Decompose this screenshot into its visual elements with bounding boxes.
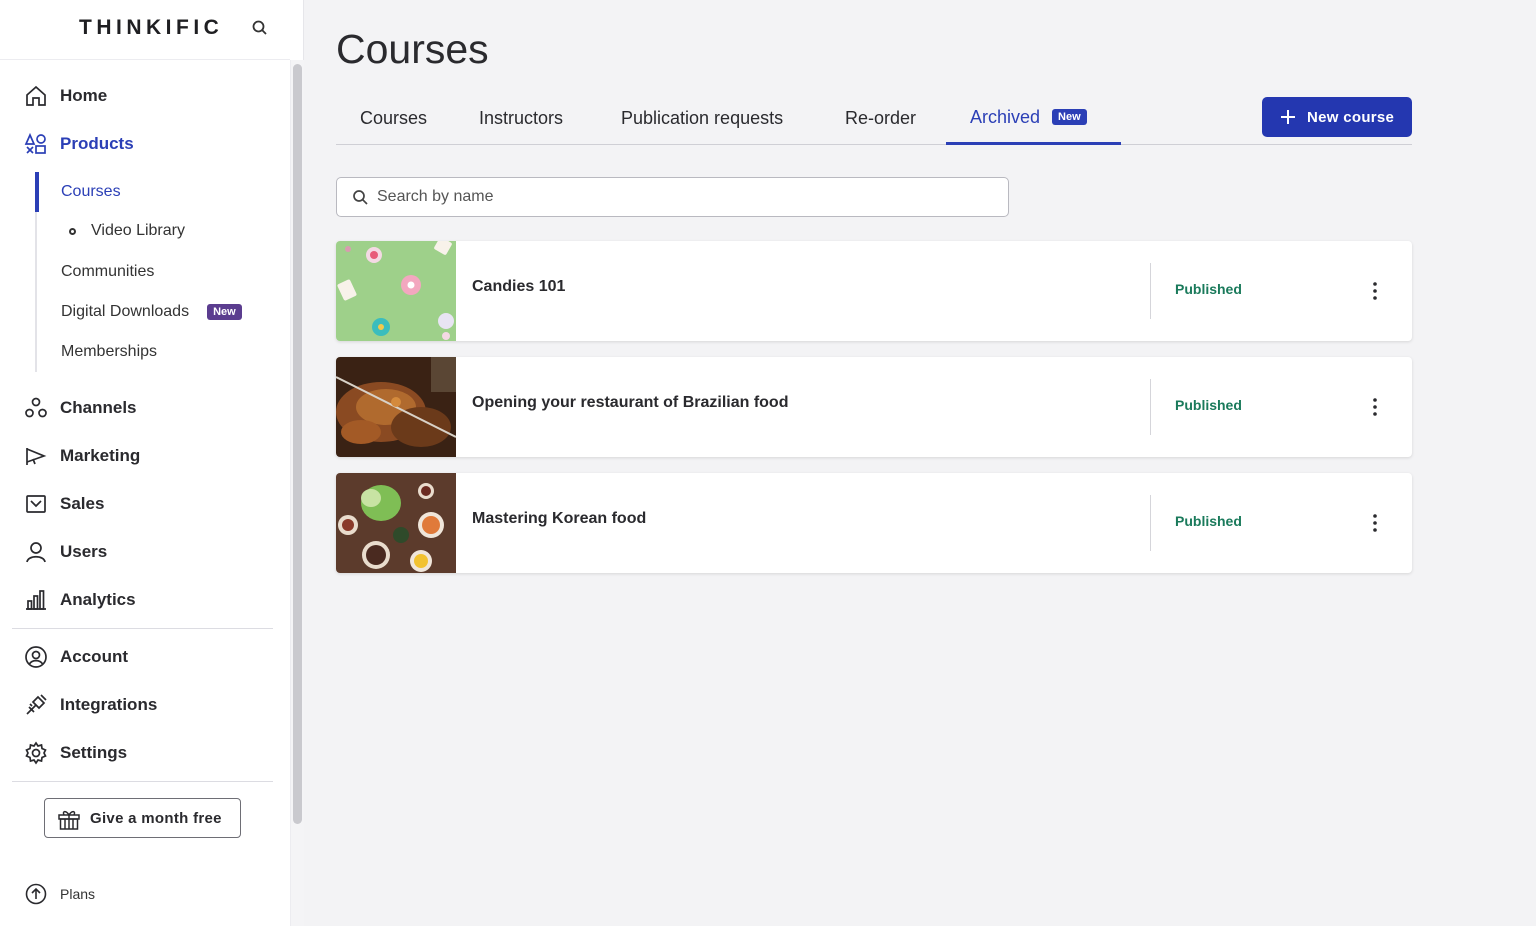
nav-products[interactable]: Products <box>0 124 290 164</box>
new-badge: New <box>1052 109 1087 125</box>
tabs-bar: Courses Instructors Publication requests… <box>336 92 1412 145</box>
nav-sales[interactable]: Sales <box>0 484 290 524</box>
nav-products-label: Products <box>60 134 134 153</box>
nav-home[interactable]: Home <box>0 76 290 116</box>
status-badge: Published <box>1175 513 1242 529</box>
row-divider <box>1150 379 1151 435</box>
nav-channels[interactable]: Channels <box>0 388 290 428</box>
status-badge: Published <box>1175 397 1242 413</box>
nav-sales-label: Sales <box>60 494 105 513</box>
tab-re-order[interactable]: Re-order <box>821 92 940 144</box>
nav-integrations-label: Integrations <box>60 695 158 714</box>
gift-icon <box>58 810 80 830</box>
inbox-icon <box>26 495 46 513</box>
tab-publication-requests[interactable]: Publication requests <box>597 92 807 144</box>
course-row[interactable]: Candies 101 Published <box>336 241 1412 341</box>
course-title[interactable]: Candies 101 <box>472 278 565 296</box>
sidebar-scrollbar-thumb[interactable] <box>293 64 302 824</box>
course-row[interactable]: Opening your restaurant of Brazilian foo… <box>336 357 1412 457</box>
tab-instructors[interactable]: Instructors <box>455 92 587 144</box>
nav-marketing[interactable]: Marketing <box>0 436 290 476</box>
more-options-icon[interactable] <box>1362 395 1388 419</box>
sub-item-courses[interactable]: Courses <box>61 177 121 207</box>
course-thumbnail[interactable] <box>336 357 456 457</box>
nav-plans[interactable]: Plans <box>0 878 290 910</box>
nav-integrations[interactable]: Integrations <box>0 685 290 725</box>
sidebar-divider <box>12 628 273 629</box>
nav-settings-label: Settings <box>60 743 128 762</box>
sidebar: THINKIFIC Home Products Courses Video Li… <box>0 0 304 926</box>
row-divider <box>1150 495 1151 551</box>
tab-archived[interactable]: Archived New <box>946 92 1121 145</box>
give-month-free-label: Give a month free <box>90 809 222 827</box>
course-title[interactable]: Mastering Korean food <box>472 510 646 528</box>
search-input[interactable] <box>377 178 997 216</box>
search-box[interactable] <box>336 177 1009 217</box>
sidebar-header: THINKIFIC <box>0 0 290 60</box>
arrow-up-circle-icon <box>25 883 47 905</box>
sidebar-divider <box>12 781 273 782</box>
user-icon <box>26 542 46 563</box>
plug-icon <box>26 694 47 715</box>
sidebar-scrollbar[interactable] <box>290 60 304 926</box>
row-divider <box>1150 263 1151 319</box>
nav-account[interactable]: Account <box>0 637 290 677</box>
nav-users-label: Users <box>60 542 108 561</box>
nav-users[interactable]: Users <box>0 532 290 572</box>
more-options-icon[interactable] <box>1362 511 1388 535</box>
nav-account-label: Account <box>60 647 128 666</box>
search-icon[interactable] <box>251 19 269 37</box>
bullet-icon <box>69 228 76 235</box>
search-icon <box>353 190 368 205</box>
channels-icon <box>25 397 47 418</box>
sub-item-communities[interactable]: Communities <box>61 257 154 287</box>
tab-courses[interactable]: Courses <box>336 92 451 144</box>
tab-archived-label: Archived <box>970 106 1041 127</box>
status-badge: Published <box>1175 281 1242 297</box>
thinkific-logo[interactable]: THINKIFIC <box>79 16 223 40</box>
nav-analytics[interactable]: Analytics <box>0 580 290 620</box>
home-icon <box>26 85 46 106</box>
account-icon <box>25 646 47 668</box>
sub-item-memberships[interactable]: Memberships <box>61 337 157 367</box>
sub-item-video-library[interactable]: Video Library <box>91 216 185 246</box>
course-thumbnail[interactable] <box>336 241 456 341</box>
nav-home-label: Home <box>60 86 108 105</box>
nav-analytics-label: Analytics <box>60 590 136 609</box>
nav-channels-label: Channels <box>60 398 137 417</box>
new-badge: New <box>207 304 242 320</box>
course-row[interactable]: Mastering Korean food Published <box>336 473 1412 573</box>
more-options-icon[interactable] <box>1362 279 1388 303</box>
submenu-active-indicator <box>35 172 39 212</box>
plus-icon <box>1281 110 1295 124</box>
gear-icon <box>25 741 47 765</box>
megaphone-icon <box>26 448 47 465</box>
page-title: Courses <box>336 26 489 72</box>
course-title[interactable]: Opening your restaurant of Brazilian foo… <box>472 394 788 412</box>
give-month-free-button[interactable]: Give a month free <box>44 798 241 838</box>
sub-item-digital-downloads[interactable]: Digital Downloads New <box>61 297 242 327</box>
nav-marketing-label: Marketing <box>60 446 141 465</box>
nav-settings[interactable]: Settings <box>0 733 290 773</box>
course-thumbnail[interactable] <box>336 473 456 573</box>
shapes-icon <box>24 132 46 154</box>
new-course-button[interactable]: New course <box>1262 97 1412 137</box>
bar-chart-icon <box>26 590 46 610</box>
sub-item-digital-downloads-label: Digital Downloads <box>61 303 190 320</box>
nav-plans-label: Plans <box>60 886 96 902</box>
new-course-label: New course <box>1307 108 1395 126</box>
